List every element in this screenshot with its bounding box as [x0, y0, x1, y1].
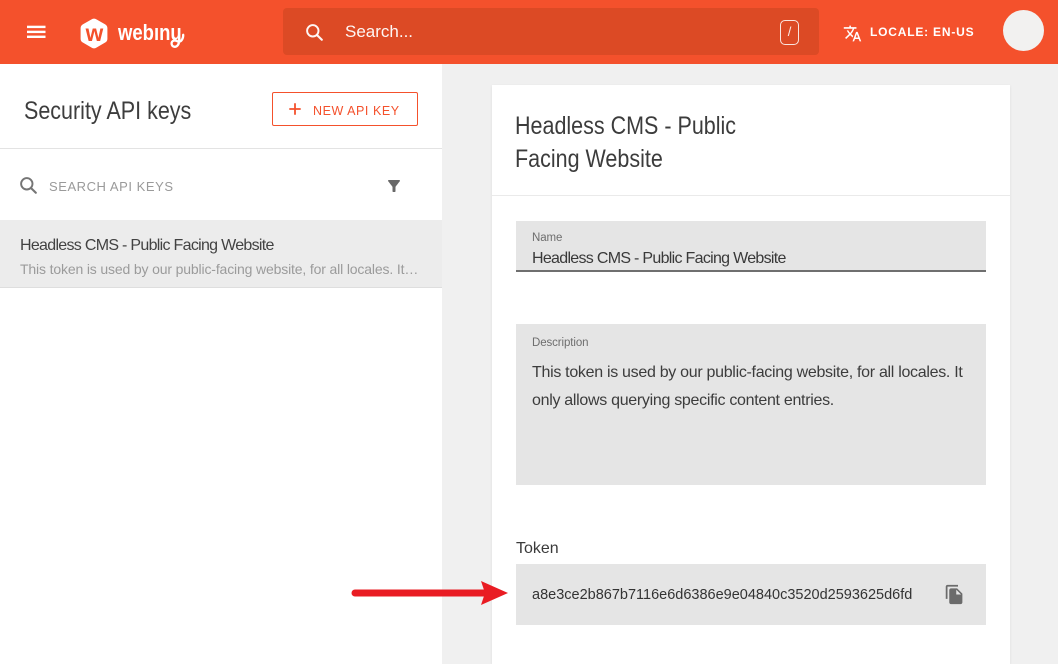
svg-text:w: w	[85, 20, 104, 46]
